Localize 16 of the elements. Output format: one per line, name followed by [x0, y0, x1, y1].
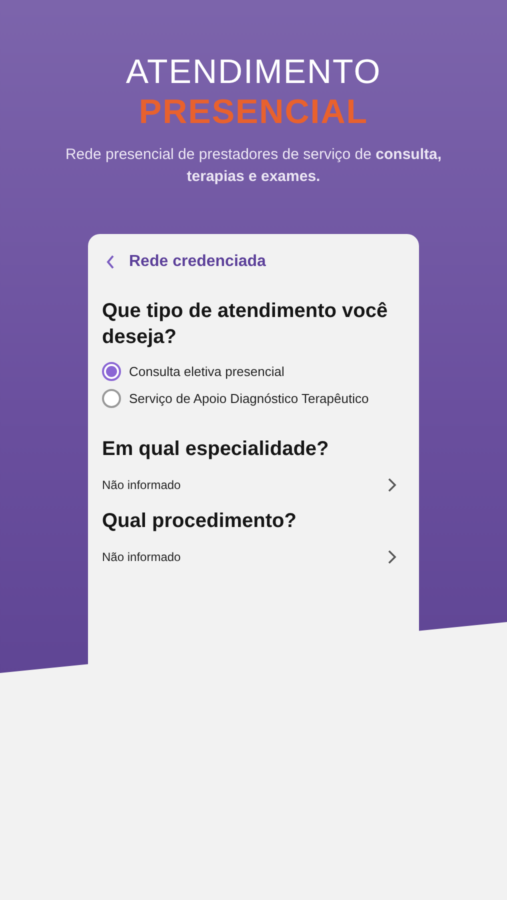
hero-subtitle: Rede presencial de prestadores de serviço de consulta, terapias e exames.: [64, 145, 443, 187]
select-row[interactable]: Não informado: [102, 542, 405, 572]
select-row[interactable]: Não informado: [102, 470, 405, 500]
hero-highlight: PRESENCIAL: [138, 92, 368, 132]
radio-option[interactable]: Serviço de Apoio Diagnóstico Terapêutico: [102, 385, 369, 412]
select-value: Não informado: [102, 477, 181, 494]
chevron-icon: [387, 550, 397, 564]
select-value: Não informado: [102, 549, 181, 566]
radio-option[interactable]: Consulta eletiva presencial: [102, 358, 284, 385]
question-heading: Que tipo de atendimento você deseja?: [102, 299, 389, 350]
hero-title: ATENDIMENTO: [126, 52, 382, 92]
back-icon[interactable]: [106, 255, 115, 269]
field-heading: Qual procedimento?: [102, 509, 298, 534]
screen-title: Rede credenciada: [129, 252, 266, 272]
field-heading: Em qual especialidade?: [102, 437, 330, 462]
chevron-icon: [387, 478, 397, 492]
